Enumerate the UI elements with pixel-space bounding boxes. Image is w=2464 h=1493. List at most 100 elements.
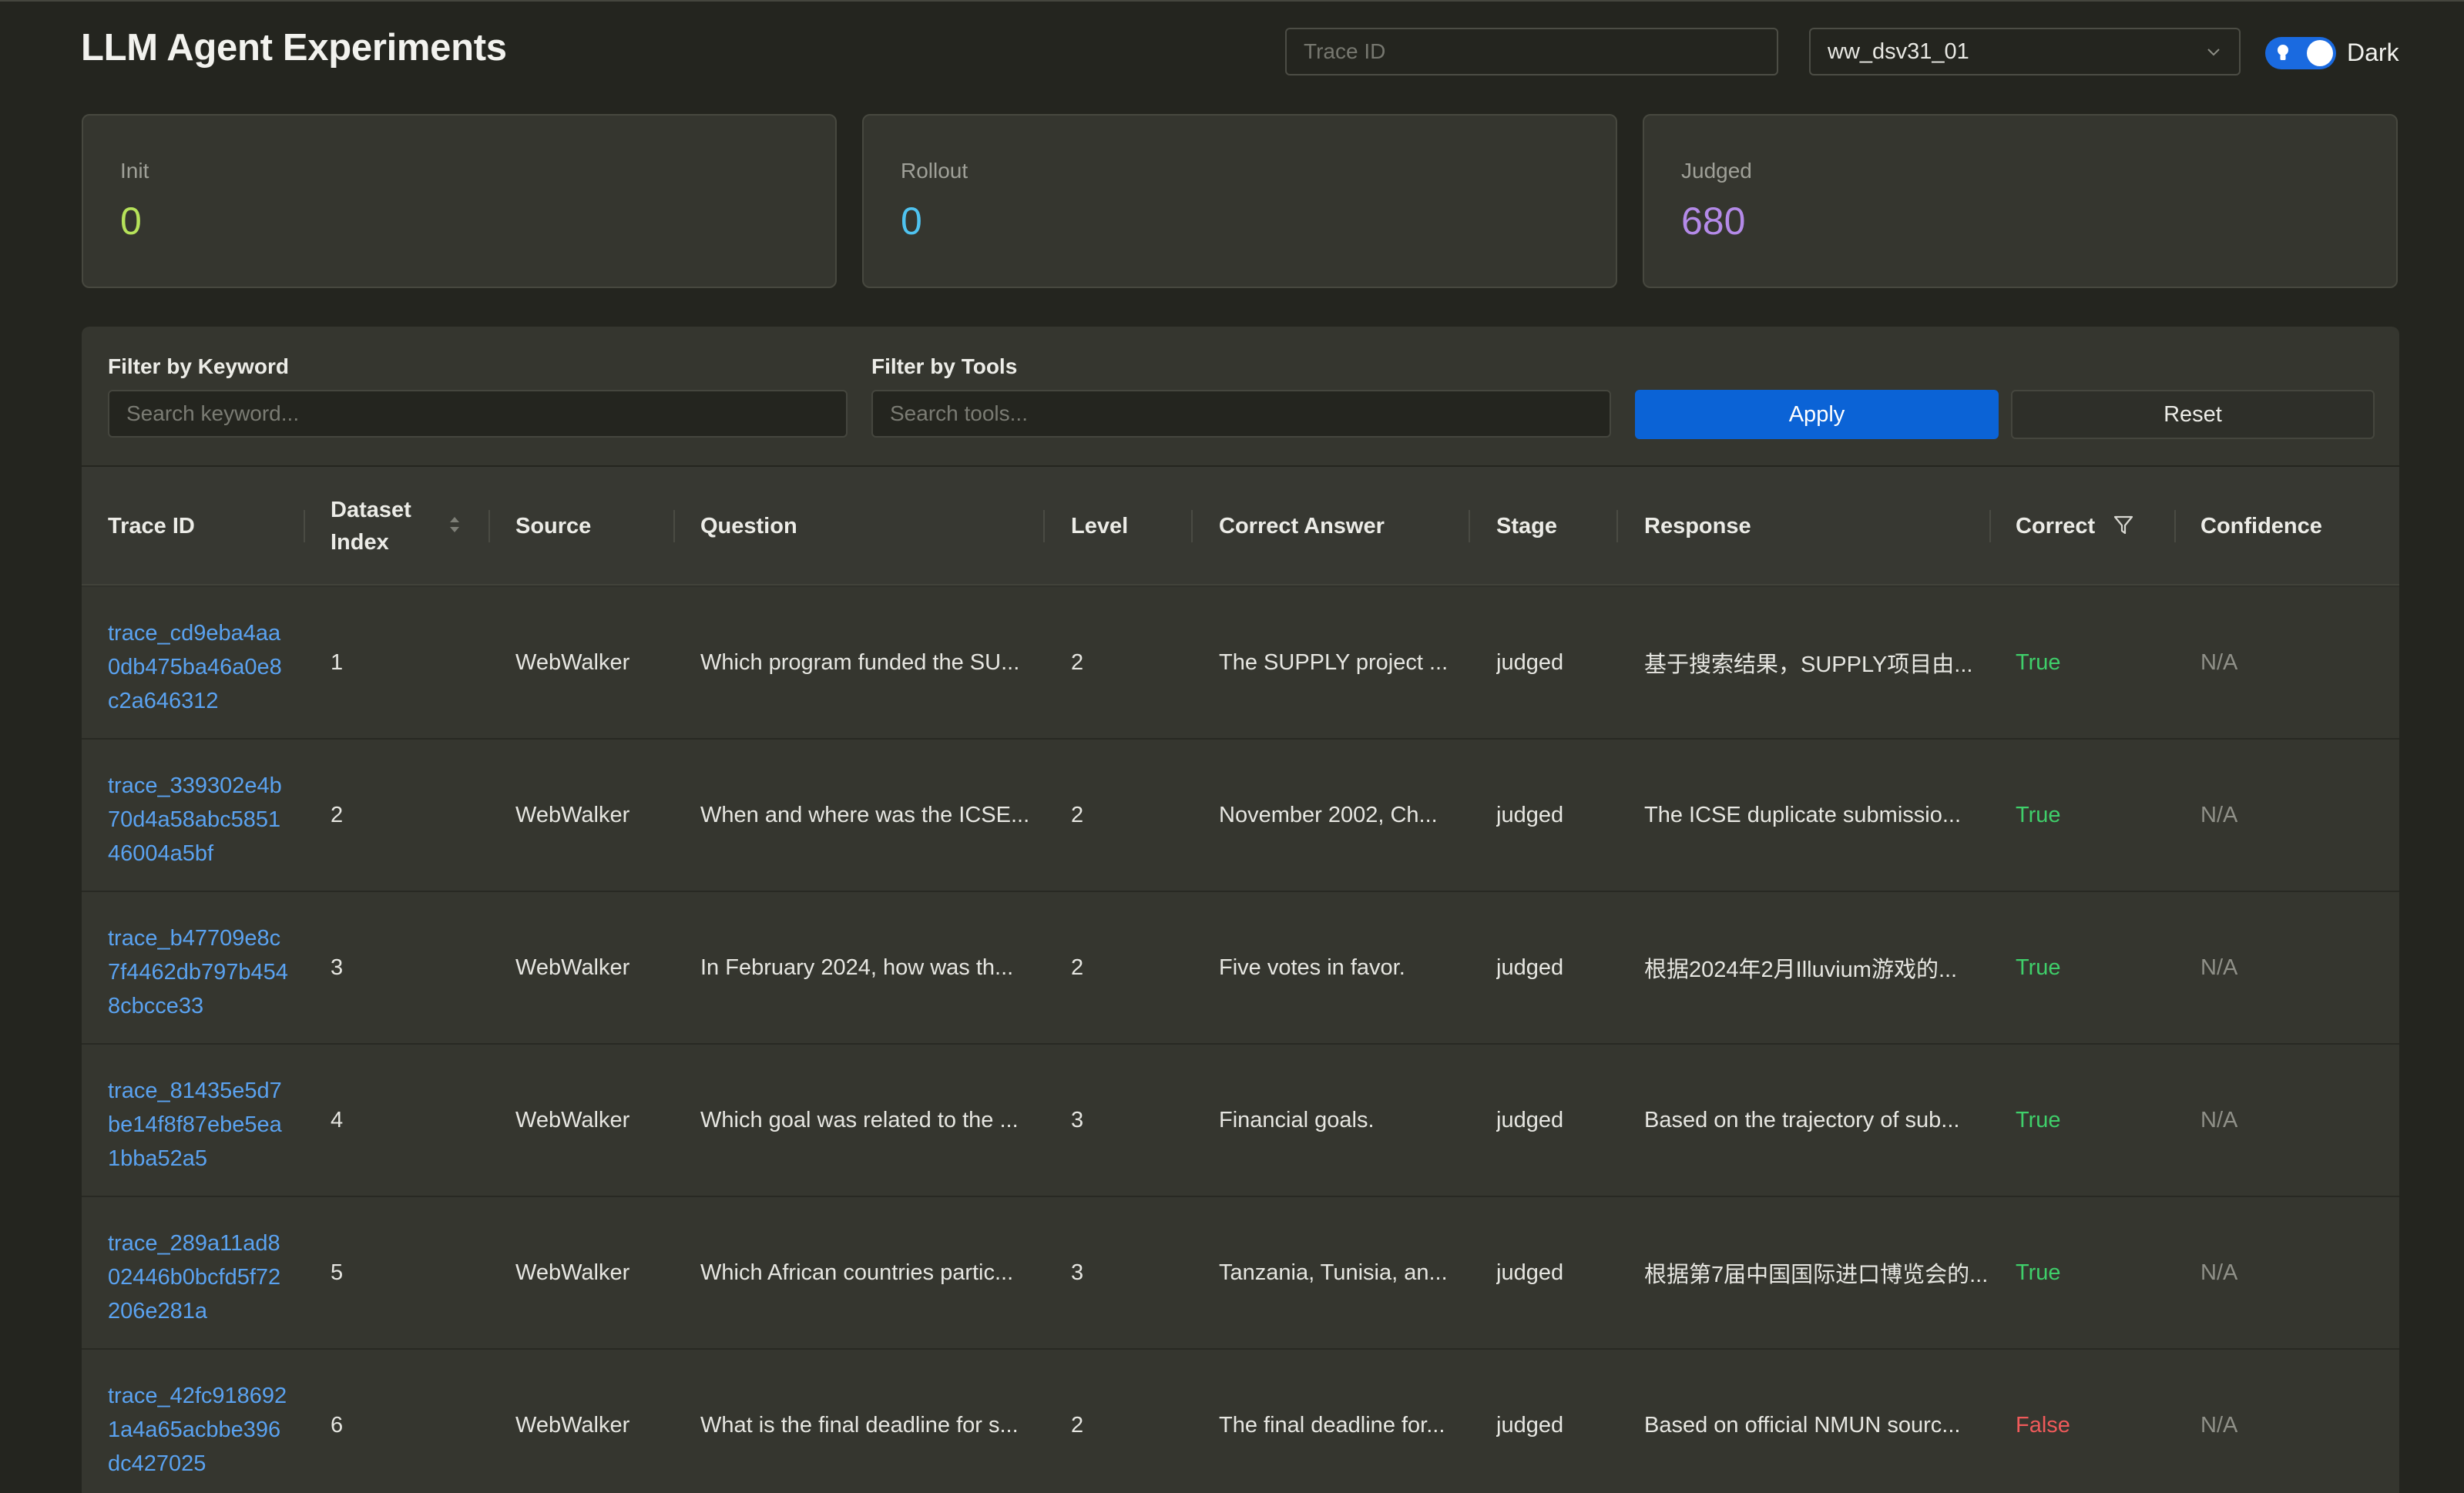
- level-cell: 2: [1071, 802, 1084, 827]
- table-row[interactable]: trace_289a11ad802446b0bcfd5f72206e281a 5 W…: [82, 1197, 2399, 1350]
- experiment-select[interactable]: ww_dsv31_01: [1809, 28, 2241, 75]
- table-row[interactable]: trace_b47709e8c7f4462db797b4548cbcce33 3 W…: [82, 892, 2399, 1045]
- source-cell: WebWalker: [515, 1260, 630, 1285]
- column-header-level[interactable]: Level: [1071, 467, 1128, 585]
- trace-id-link[interactable]: trace_289a11ad802446b0bcfd5f72206e281a: [108, 1226, 290, 1328]
- stat-card-judged: Judged 680: [1643, 114, 2398, 288]
- dataset-index-cell: 5: [331, 1260, 344, 1285]
- correct-answer-cell: The SUPPLY project ...: [1219, 649, 1449, 675]
- stage-cell: judged: [1496, 1107, 1564, 1132]
- dataset-index-cell: 1: [331, 649, 344, 675]
- stage-cell: judged: [1496, 649, 1564, 675]
- column-header-confidence[interactable]: Confidence: [2200, 467, 2322, 585]
- response-cell: Based on the trajectory of sub...: [1644, 1107, 1960, 1132]
- theme-toggle[interactable]: [2265, 37, 2336, 69]
- keyword-filter-label: Filter by Keyword: [108, 354, 289, 378]
- correct-answer-cell: The final deadline for...: [1219, 1412, 1445, 1438]
- experiments-table: Trace ID Dataset Index Source Question L…: [82, 465, 2399, 1493]
- column-separator: [488, 510, 490, 542]
- confidence-cell: N/A: [2200, 1107, 2238, 1132]
- level-cell: 2: [1071, 649, 1084, 675]
- trace-id-link[interactable]: trace_339302e4b70d4a58abc585146004a5bf: [108, 769, 290, 871]
- response-cell: 根据2024年2月Illuvium游戏的...: [1644, 958, 1958, 982]
- confidence-cell: N/A: [2200, 649, 2238, 675]
- keyword-filter-input[interactable]: [108, 390, 848, 438]
- filter-panel: Filter by Keyword Filter by Tools Apply …: [82, 327, 2399, 465]
- toggle-knob: [2307, 40, 2333, 66]
- theme-label: Dark: [2347, 39, 2399, 66]
- stat-card-init: Init 0: [82, 114, 837, 288]
- source-cell: WebWalker: [515, 1107, 630, 1132]
- level-cell: 2: [1071, 955, 1084, 980]
- trace-id-link[interactable]: trace_b47709e8c7f4462db797b4548cbcce33: [108, 921, 290, 1023]
- table-header: Trace ID Dataset Index Source Question L…: [82, 467, 2399, 585]
- source-cell: WebWalker: [515, 649, 630, 675]
- table-row[interactable]: trace_339302e4b70d4a58abc585146004a5bf 2 W…: [82, 740, 2399, 892]
- column-separator: [673, 510, 675, 542]
- correct-answer-cell: Tanzania, Tunisia, an...: [1219, 1260, 1448, 1285]
- correct-cell: True: [2016, 955, 2061, 980]
- column-header-correct[interactable]: Correct: [2016, 467, 2095, 585]
- app-page: LLM Agent Experiments ww_dsv31_01 Dark I…: [0, 0, 2464, 1493]
- column-header-dataset-index[interactable]: Dataset Index: [331, 467, 411, 585]
- dataset-index-cell: 6: [331, 1412, 344, 1438]
- trace-id-input[interactable]: [1285, 28, 1778, 75]
- dataset-index-cell: 4: [331, 1107, 344, 1132]
- chevron-down-icon: [2207, 49, 2220, 56]
- level-cell: 2: [1071, 1412, 1084, 1438]
- table-row[interactable]: trace_81435e5d7be14f8f87ebe5ea1bba52a5 4 W…: [82, 1045, 2399, 1197]
- trace-id-link[interactable]: trace_cd9eba4aa0db475ba46a0e8c2a646312: [108, 616, 290, 718]
- column-separator: [1616, 510, 1618, 542]
- correct-cell: True: [2016, 1260, 2061, 1285]
- table-row[interactable]: trace_cd9eba4aa0db475ba46a0e8c2a646312 1 W…: [82, 587, 2399, 740]
- source-cell: WebWalker: [515, 802, 630, 827]
- trace-id-link[interactable]: trace_42fc9186921a4a65acbbe396dc427025: [108, 1379, 290, 1481]
- confidence-cell: N/A: [2200, 955, 2238, 980]
- stage-cell: judged: [1496, 1412, 1564, 1438]
- stat-value: 0: [901, 200, 922, 243]
- response-cell: The ICSE duplicate submissio...: [1644, 802, 1962, 827]
- column-header-correct-answer[interactable]: Correct Answer: [1219, 467, 1385, 585]
- source-cell: WebWalker: [515, 1412, 630, 1438]
- correct-answer-cell: Financial goals.: [1219, 1107, 1375, 1132]
- question-cell: When and where was the ICSE...: [700, 802, 1030, 827]
- response-cell: 基于搜索结果，SUPPLY项目由...: [1644, 653, 1973, 677]
- bulb-icon: [2278, 45, 2288, 60]
- stat-card-rollout: Rollout 0: [862, 114, 1617, 288]
- question-cell: Which goal was related to the ...: [700, 1107, 1019, 1132]
- tools-filter-input[interactable]: [871, 390, 1611, 438]
- level-cell: 3: [1071, 1107, 1084, 1132]
- dataset-index-cell: 2: [331, 802, 344, 827]
- column-header-trace-id[interactable]: Trace ID: [108, 467, 195, 585]
- column-header-response[interactable]: Response: [1644, 467, 1751, 585]
- question-cell: What is the final deadline for s...: [700, 1412, 1019, 1438]
- tools-filter-label: Filter by Tools: [871, 354, 1018, 378]
- filter-icon[interactable]: [2113, 514, 2134, 537]
- stat-value: 680: [1681, 200, 1746, 243]
- response-cell: 根据第7届中国国际进口博览会的...: [1644, 1263, 1989, 1287]
- stage-cell: judged: [1496, 1260, 1564, 1285]
- confidence-cell: N/A: [2200, 1412, 2238, 1438]
- table-row[interactable]: trace_42fc9186921a4a65acbbe396dc427025 6 W…: [82, 1350, 2399, 1493]
- stage-cell: judged: [1496, 802, 1564, 827]
- column-header-question[interactable]: Question: [700, 467, 797, 585]
- column-separator: [304, 510, 305, 542]
- question-cell: Which program funded the SU...: [700, 649, 1020, 675]
- stat-value: 0: [120, 200, 142, 243]
- apply-button[interactable]: Apply: [1635, 390, 1999, 439]
- trace-id-link[interactable]: trace_81435e5d7be14f8f87ebe5ea1bba52a5: [108, 1074, 290, 1176]
- column-separator: [1043, 510, 1045, 542]
- correct-answer-cell: November 2002, Ch...: [1219, 802, 1438, 827]
- source-cell: WebWalker: [515, 955, 630, 980]
- column-header-source[interactable]: Source: [515, 467, 591, 585]
- question-cell: Which African countries partic...: [700, 1260, 1014, 1285]
- column-header-stage[interactable]: Stage: [1496, 467, 1557, 585]
- stage-cell: judged: [1496, 955, 1564, 980]
- column-header-dataset-index-line2: Index: [331, 530, 389, 555]
- sort-icon[interactable]: [447, 512, 462, 538]
- column-separator: [1469, 510, 1470, 542]
- confidence-cell: N/A: [2200, 1260, 2238, 1285]
- stat-label: Judged: [1681, 159, 1752, 183]
- stat-label: Rollout: [901, 159, 968, 183]
- reset-button[interactable]: Reset: [2011, 390, 2375, 439]
